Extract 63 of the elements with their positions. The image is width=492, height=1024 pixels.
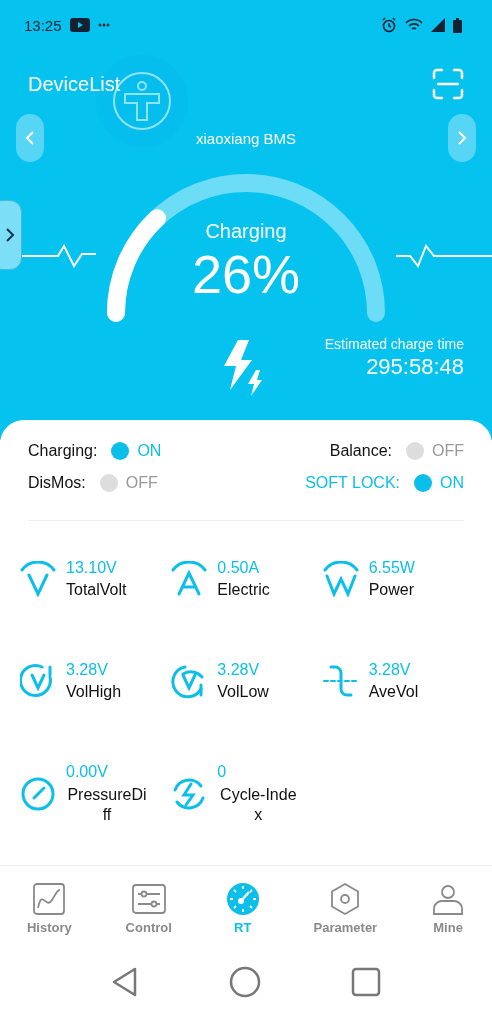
metric-label: Power [368, 581, 415, 599]
tab[interactable]: History [22, 881, 76, 935]
switch-state: OFF [125, 474, 158, 492]
estimated-time-value: 295:58:48 [366, 354, 464, 380]
estimated-time-label: Estimated charge time [324, 336, 464, 352]
chevron-right-icon [5, 227, 15, 243]
metric-value: 0 [217, 763, 228, 781]
more-icon [97, 23, 110, 27]
status-dot[interactable] [111, 442, 130, 460]
video-icon [69, 18, 90, 32]
diff-icon [20, 776, 56, 812]
device-list-link[interactable]: DeviceList [28, 72, 121, 96]
scan-icon[interactable] [432, 68, 464, 100]
metric-value: 13.10V [66, 559, 118, 577]
alarm-icon [381, 17, 397, 33]
wifi-icon [405, 18, 423, 32]
average-icon [322, 663, 359, 699]
status-dot[interactable] [99, 474, 118, 492]
switch-state: ON [440, 474, 464, 492]
chevron-right-icon [457, 130, 467, 146]
switch-label: SOFT LOCK: [305, 474, 400, 492]
metric-label: Electric [217, 581, 270, 599]
chart-icon [32, 881, 67, 916]
tab[interactable]: Mine [427, 881, 470, 935]
signal-icon [431, 18, 445, 32]
battery-icon [453, 17, 462, 33]
metric-label: AveVol [368, 683, 419, 701]
metric-label: Cycle-Index [219, 785, 298, 825]
switch-label: DisMos: [28, 474, 86, 492]
metric-value: 3.28V [217, 661, 261, 679]
tab[interactable]: RT [221, 881, 264, 935]
charge-percent: 26% [191, 243, 301, 305]
device-name: xiaoxiang BMS [195, 129, 297, 147]
metric-value: 3.28V [66, 661, 109, 679]
status-dot[interactable] [414, 474, 432, 492]
recents-icon[interactable] [351, 967, 381, 997]
clock: 13:25 [24, 16, 62, 34]
metric-value: 0.00V [66, 763, 109, 781]
volt-icon [20, 561, 56, 597]
metric-label: PressureDiff [66, 785, 148, 825]
chevron-left-icon [25, 130, 35, 146]
amp-icon [171, 561, 208, 597]
metric-value: 0.50A [217, 559, 261, 577]
metric-value: 6.55W [368, 559, 415, 577]
previous-device-button[interactable] [16, 114, 44, 162]
metric-label: VolHigh [66, 683, 122, 701]
switch-label: Charging: [28, 442, 98, 460]
switch-state: ON [137, 442, 162, 460]
tab[interactable]: Control [121, 881, 176, 935]
metric-label: TotalVolt [66, 581, 127, 599]
gauge-icon [225, 881, 260, 916]
watt-icon [322, 561, 359, 597]
tab[interactable]: Parameter [309, 881, 382, 935]
status-dot[interactable] [406, 442, 424, 460]
metric-label: VolLow [217, 683, 269, 701]
switch-state: OFF [432, 442, 464, 460]
switch-label: Balance: [329, 442, 392, 460]
sliders-icon [131, 881, 166, 916]
next-device-button[interactable] [448, 114, 476, 162]
charging-status: Charging [205, 220, 287, 243]
metric-value: 3.28V [368, 661, 412, 679]
home-icon[interactable] [229, 966, 261, 998]
back-icon[interactable] [111, 967, 139, 997]
